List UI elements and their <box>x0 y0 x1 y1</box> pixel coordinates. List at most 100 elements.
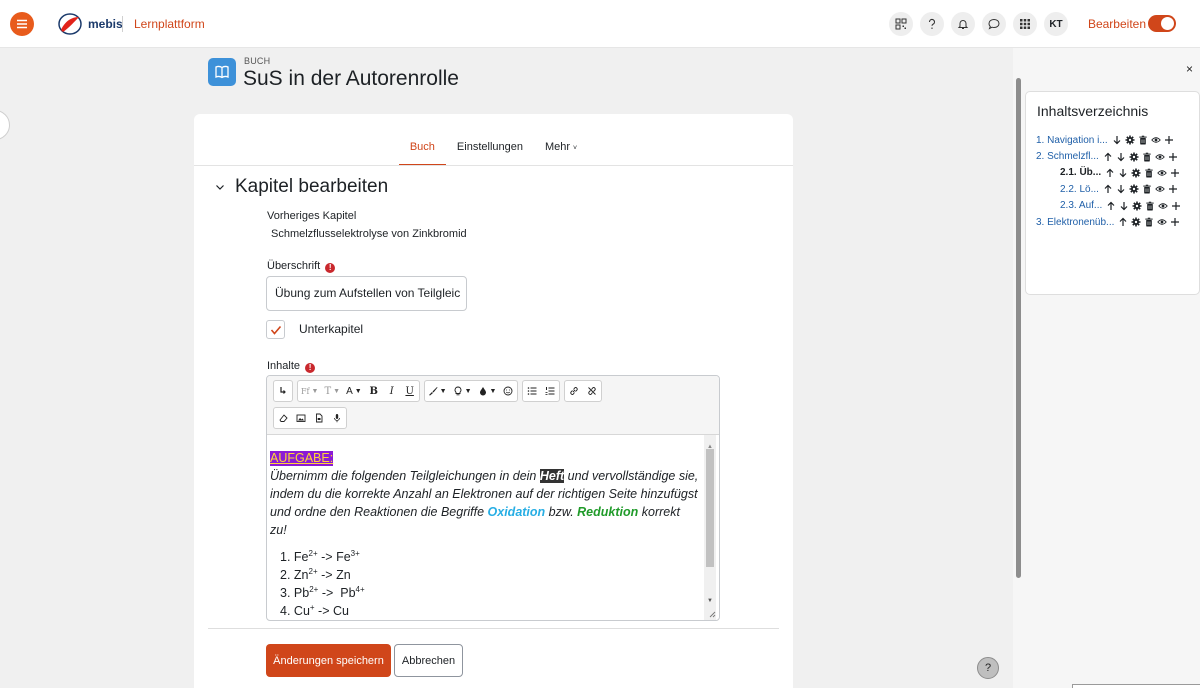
font-size-button[interactable]: T ▼ <box>321 381 343 401</box>
resize-handle-icon[interactable] <box>708 610 716 618</box>
add-chapter-button[interactable] <box>1170 217 1180 227</box>
add-chapter-button[interactable] <box>1168 184 1178 194</box>
tab-mehr[interactable]: Mehr ˅ <box>534 138 588 166</box>
edit-chapter-button[interactable] <box>1125 135 1135 145</box>
term-oxidation: Oxidation <box>487 505 546 519</box>
toc-item-link[interactable]: 2.3. Auf... <box>1060 200 1102 211</box>
toggle-visibility-button[interactable] <box>1157 217 1168 227</box>
delete-chapter-button[interactable] <box>1145 201 1155 211</box>
add-chapter-button[interactable] <box>1171 201 1181 211</box>
move-down-button[interactable] <box>1112 135 1122 145</box>
edit-chapter-button[interactable] <box>1132 201 1142 211</box>
delete-chapter-button[interactable] <box>1142 152 1152 162</box>
heading-input[interactable]: Übung zum Aufstellen von Teilgleic <box>266 276 467 311</box>
move-up-button[interactable] <box>1103 152 1113 162</box>
toc-item: 2. Schmelzfl... <box>1036 148 1196 164</box>
gear-icon <box>1129 152 1139 162</box>
tab-buch[interactable]: Buch <box>398 138 446 166</box>
close-drawer-button[interactable]: × <box>1186 62 1193 76</box>
link-button[interactable] <box>565 381 583 401</box>
cancel-button[interactable]: Abbrechen <box>394 644 463 677</box>
nav-link-lernplattform[interactable]: Lernplattform <box>134 17 205 31</box>
delete-chapter-button[interactable] <box>1142 184 1152 194</box>
record-audio-button[interactable] <box>328 408 346 428</box>
edit-chapter-button[interactable] <box>1129 152 1139 162</box>
apps-button[interactable] <box>1013 12 1037 36</box>
toc-item-link[interactable]: 3. Elektronenüb... <box>1036 217 1114 228</box>
qr-code-button[interactable] <box>889 12 913 36</box>
toggle-visibility-button[interactable] <box>1150 135 1161 145</box>
arrow-down-icon <box>1117 185 1125 194</box>
delete-chapter-button[interactable] <box>1144 168 1154 178</box>
move-down-button[interactable] <box>1118 168 1128 178</box>
toc-item-link[interactable]: 2.2. Lö... <box>1060 184 1099 195</box>
edit-chapter-button[interactable] <box>1131 168 1141 178</box>
italic-button[interactable]: I <box>383 381 401 401</box>
toc-item-link[interactable]: 1. Navigation i... <box>1036 135 1108 146</box>
move-up-button[interactable] <box>1105 168 1115 178</box>
eq-number: 1. <box>280 550 291 564</box>
add-chapter-button[interactable] <box>1164 135 1174 145</box>
mebis-logo[interactable]: mebis <box>58 13 123 35</box>
text-style-button[interactable]: A ▼ <box>343 381 365 401</box>
toggle-visibility-button[interactable] <box>1154 152 1165 162</box>
toc-item-link[interactable]: 2. Schmelzfl... <box>1036 151 1099 162</box>
add-chapter-button[interactable] <box>1168 152 1178 162</box>
bullet-list-button[interactable] <box>523 381 541 401</box>
caret-down-icon: ▼ <box>439 387 447 395</box>
arrow-down-icon <box>1119 168 1127 178</box>
trash-icon <box>1145 168 1153 178</box>
image-button[interactable] <box>292 408 310 428</box>
save-changes-button[interactable]: Änderungen speichern <box>266 644 391 677</box>
page-pretitle: BUCH <box>244 56 271 66</box>
toc-item-link[interactable]: 2.1. Üb... <box>1060 167 1101 178</box>
scroll-down-arrow-icon[interactable]: ▼ <box>707 592 713 610</box>
color-button[interactable]: ▼ <box>475 381 500 401</box>
move-up-button[interactable] <box>1103 184 1113 194</box>
toolbar-toggle-button[interactable] <box>274 381 292 401</box>
messages-button[interactable] <box>982 12 1006 36</box>
media-button[interactable] <box>310 408 328 428</box>
editor-content[interactable]: AUFGABE: Übernimm die folgenden Teilglei… <box>267 435 719 620</box>
move-up-button[interactable] <box>1118 217 1128 227</box>
scrollbar-thumb[interactable] <box>706 449 714 567</box>
edit-chapter-button[interactable] <box>1131 217 1141 227</box>
add-chapter-button[interactable] <box>1170 168 1180 178</box>
toggle-visibility-button[interactable] <box>1157 168 1167 178</box>
menu-button[interactable] <box>10 12 34 36</box>
move-down-button[interactable] <box>1116 152 1126 162</box>
emoji-button[interactable] <box>499 381 517 401</box>
notifications-button[interactable] <box>951 12 975 36</box>
accessibility-button[interactable] <box>274 408 292 428</box>
bold-button[interactable]: B <box>365 381 383 401</box>
task-text: Übernimm die folgenden Teilgleichungen i… <box>270 467 699 539</box>
move-down-button[interactable] <box>1119 201 1129 211</box>
gear-icon <box>1125 135 1135 145</box>
user-avatar[interactable]: KT <box>1044 12 1068 36</box>
delete-chapter-button[interactable] <box>1138 135 1148 145</box>
highlight-button[interactable]: ▼ <box>450 381 475 401</box>
brush-button[interactable]: ▼ <box>425 381 450 401</box>
help-floating-button[interactable]: ? <box>977 657 999 679</box>
left-drawer-toggle[interactable] <box>0 110 10 140</box>
section-header[interactable]: Kapitel bearbeiten <box>214 176 388 198</box>
numbered-list-icon <box>545 387 555 395</box>
tab-einstellungen[interactable]: Einstellungen <box>446 138 534 166</box>
edit-chapter-button[interactable] <box>1129 184 1139 194</box>
page-scrollbar[interactable] <box>1016 78 1021 578</box>
required-icon: ! <box>305 362 316 373</box>
help-button[interactable] <box>920 12 944 36</box>
font-family-button[interactable]: Ff ▼ <box>298 381 321 401</box>
subchapter-checkbox[interactable] <box>266 320 285 339</box>
numbered-list-button[interactable] <box>541 381 559 401</box>
underline-button[interactable]: U <box>401 381 419 401</box>
editor-scrollbar[interactable]: ▲ ▼ <box>704 435 716 620</box>
highlight-heft: Heft <box>539 469 565 483</box>
edit-mode-toggle[interactable] <box>1148 15 1176 32</box>
unlink-button[interactable] <box>583 381 601 401</box>
delete-chapter-button[interactable] <box>1144 217 1154 227</box>
move-down-button[interactable] <box>1116 184 1126 194</box>
toggle-visibility-button[interactable] <box>1155 184 1165 194</box>
move-up-button[interactable] <box>1106 201 1116 211</box>
toggle-visibility-button[interactable] <box>1158 201 1169 211</box>
